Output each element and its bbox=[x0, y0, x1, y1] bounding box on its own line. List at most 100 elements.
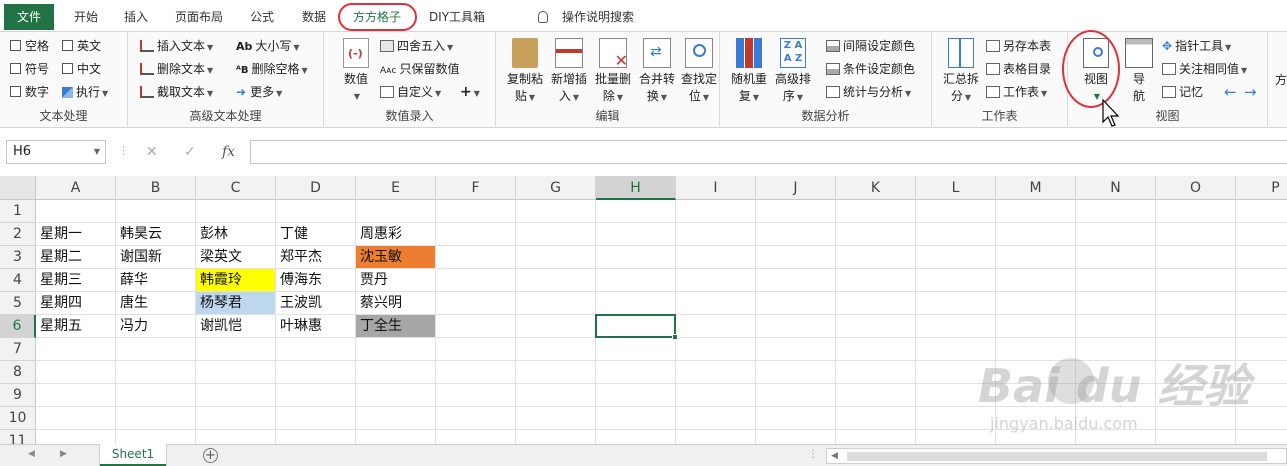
more-button[interactable]: ➜ 更多 ▼ bbox=[236, 82, 282, 102]
cell-i2[interactable] bbox=[676, 223, 756, 246]
cell-b3[interactable]: 谢国新 bbox=[116, 246, 196, 269]
cell-d10[interactable] bbox=[276, 407, 356, 430]
cell-o6[interactable] bbox=[1156, 315, 1236, 338]
row-header-8[interactable]: 8 bbox=[0, 361, 36, 384]
cell-p6[interactable] bbox=[1236, 315, 1287, 338]
batch-delete-button[interactable]: ✕ 批量删 除 ▼ bbox=[592, 36, 634, 106]
cell-g2[interactable] bbox=[516, 223, 596, 246]
cell-b10[interactable] bbox=[116, 407, 196, 430]
cell-o5[interactable] bbox=[1156, 292, 1236, 315]
cell-i3[interactable] bbox=[676, 246, 756, 269]
round-button[interactable]: 四舍五入 ▼ bbox=[380, 36, 453, 56]
cell-n9[interactable] bbox=[1076, 384, 1156, 407]
cell-j5[interactable] bbox=[756, 292, 836, 315]
cell-p2[interactable] bbox=[1236, 223, 1287, 246]
cell-b1[interactable] bbox=[116, 200, 196, 223]
cell-j11[interactable] bbox=[756, 430, 836, 444]
cell-f6[interactable] bbox=[436, 315, 516, 338]
cell-b7[interactable] bbox=[116, 338, 196, 361]
cell-o4[interactable] bbox=[1156, 269, 1236, 292]
cell-n10[interactable] bbox=[1076, 407, 1156, 430]
row-header-9[interactable]: 9 bbox=[0, 384, 36, 407]
cell-g4[interactable] bbox=[516, 269, 596, 292]
cell-a1[interactable] bbox=[36, 200, 116, 223]
cell-a6[interactable]: 星期五 bbox=[36, 315, 116, 338]
cell-i9[interactable] bbox=[676, 384, 756, 407]
cell-i4[interactable] bbox=[676, 269, 756, 292]
tab-file[interactable]: 文件 bbox=[4, 4, 54, 30]
cell-m8[interactable] bbox=[996, 361, 1076, 384]
checkbox-space[interactable]: 空格 bbox=[10, 36, 49, 56]
cell-d9[interactable] bbox=[276, 384, 356, 407]
keep-values-button[interactable]: Aᴀᴄ 只保留数值 bbox=[380, 59, 459, 79]
cell-k9[interactable] bbox=[836, 384, 916, 407]
tab-home[interactable]: 开始 bbox=[66, 6, 106, 28]
column-header-c[interactable]: C bbox=[196, 176, 276, 200]
case-button[interactable]: Ab 大小写 ▼ bbox=[236, 36, 300, 56]
cell-m10[interactable] bbox=[996, 407, 1076, 430]
forward-arrow-button[interactable]: → bbox=[1244, 82, 1257, 102]
checkbox-chinese[interactable]: 中文 bbox=[62, 59, 101, 79]
cell-b8[interactable] bbox=[116, 361, 196, 384]
cell-e2[interactable]: 周惠彩 bbox=[356, 223, 436, 246]
column-header-h[interactable]: H bbox=[596, 176, 676, 200]
cell-o3[interactable] bbox=[1156, 246, 1236, 269]
prev-sheet-icon[interactable]: ◀ bbox=[28, 449, 35, 459]
summary-split-button[interactable]: 汇总拆 分 ▼ bbox=[938, 36, 984, 106]
cell-f11[interactable] bbox=[436, 430, 516, 444]
cell-n6[interactable] bbox=[1076, 315, 1156, 338]
column-header-j[interactable]: J bbox=[756, 176, 836, 200]
cell-c5[interactable]: 杨琴君 bbox=[196, 292, 276, 315]
row-header-5[interactable]: 5 bbox=[0, 292, 36, 315]
cell-c4[interactable]: 韩霞玲 bbox=[196, 269, 276, 292]
cell-h5[interactable] bbox=[596, 292, 676, 315]
cell-a9[interactable] bbox=[36, 384, 116, 407]
column-header-p[interactable]: P bbox=[1236, 176, 1287, 200]
cell-o11[interactable] bbox=[1156, 430, 1236, 444]
column-header-i[interactable]: I bbox=[676, 176, 756, 200]
cell-m4[interactable] bbox=[996, 269, 1076, 292]
cell-l11[interactable] bbox=[916, 430, 996, 444]
checkbox-number[interactable]: 数字 bbox=[10, 82, 49, 102]
back-arrow-button[interactable]: ← bbox=[1224, 82, 1237, 102]
cell-f2[interactable] bbox=[436, 223, 516, 246]
cell-h2[interactable] bbox=[596, 223, 676, 246]
cell-l4[interactable] bbox=[916, 269, 996, 292]
cell-l1[interactable] bbox=[916, 200, 996, 223]
cell-m2[interactable] bbox=[996, 223, 1076, 246]
cell-l7[interactable] bbox=[916, 338, 996, 361]
tell-me-search[interactable]: 操作说明搜索 bbox=[538, 6, 634, 28]
worksheet-button[interactable]: 工作表 ▼ bbox=[986, 82, 1047, 102]
cell-n5[interactable] bbox=[1076, 292, 1156, 315]
cell-d7[interactable] bbox=[276, 338, 356, 361]
cell-f8[interactable] bbox=[436, 361, 516, 384]
cell-f3[interactable] bbox=[436, 246, 516, 269]
cell-e11[interactable] bbox=[356, 430, 436, 444]
column-header-l[interactable]: L bbox=[916, 176, 996, 200]
cell-h1[interactable] bbox=[596, 200, 676, 223]
cell-l10[interactable] bbox=[916, 407, 996, 430]
row-header-1[interactable]: 1 bbox=[0, 200, 36, 223]
cell-j6[interactable] bbox=[756, 315, 836, 338]
cell-f5[interactable] bbox=[436, 292, 516, 315]
cell-a5[interactable]: 星期四 bbox=[36, 292, 116, 315]
cell-b4[interactable]: 薛华 bbox=[116, 269, 196, 292]
cell-o1[interactable] bbox=[1156, 200, 1236, 223]
column-header-d[interactable]: D bbox=[276, 176, 356, 200]
cell-o7[interactable] bbox=[1156, 338, 1236, 361]
cell-m6[interactable] bbox=[996, 315, 1076, 338]
cell-i5[interactable] bbox=[676, 292, 756, 315]
cell-e3[interactable]: 沈玉敏 bbox=[356, 246, 436, 269]
cell-h8[interactable] bbox=[596, 361, 676, 384]
cell-p4[interactable] bbox=[1236, 269, 1287, 292]
cell-h10[interactable] bbox=[596, 407, 676, 430]
fx-icon[interactable]: fx bbox=[222, 140, 235, 164]
cell-f9[interactable] bbox=[436, 384, 516, 407]
cell-c10[interactable] bbox=[196, 407, 276, 430]
delete-space-button[interactable]: ᴬB 删除空格 ▼ bbox=[236, 59, 308, 79]
random-repeat-button[interactable]: 随机重 复 ▼ bbox=[728, 36, 770, 106]
cell-l9[interactable] bbox=[916, 384, 996, 407]
cell-l5[interactable] bbox=[916, 292, 996, 315]
cell-d6[interactable]: 叶琳惠 bbox=[276, 315, 356, 338]
formula-input[interactable] bbox=[250, 140, 1287, 164]
